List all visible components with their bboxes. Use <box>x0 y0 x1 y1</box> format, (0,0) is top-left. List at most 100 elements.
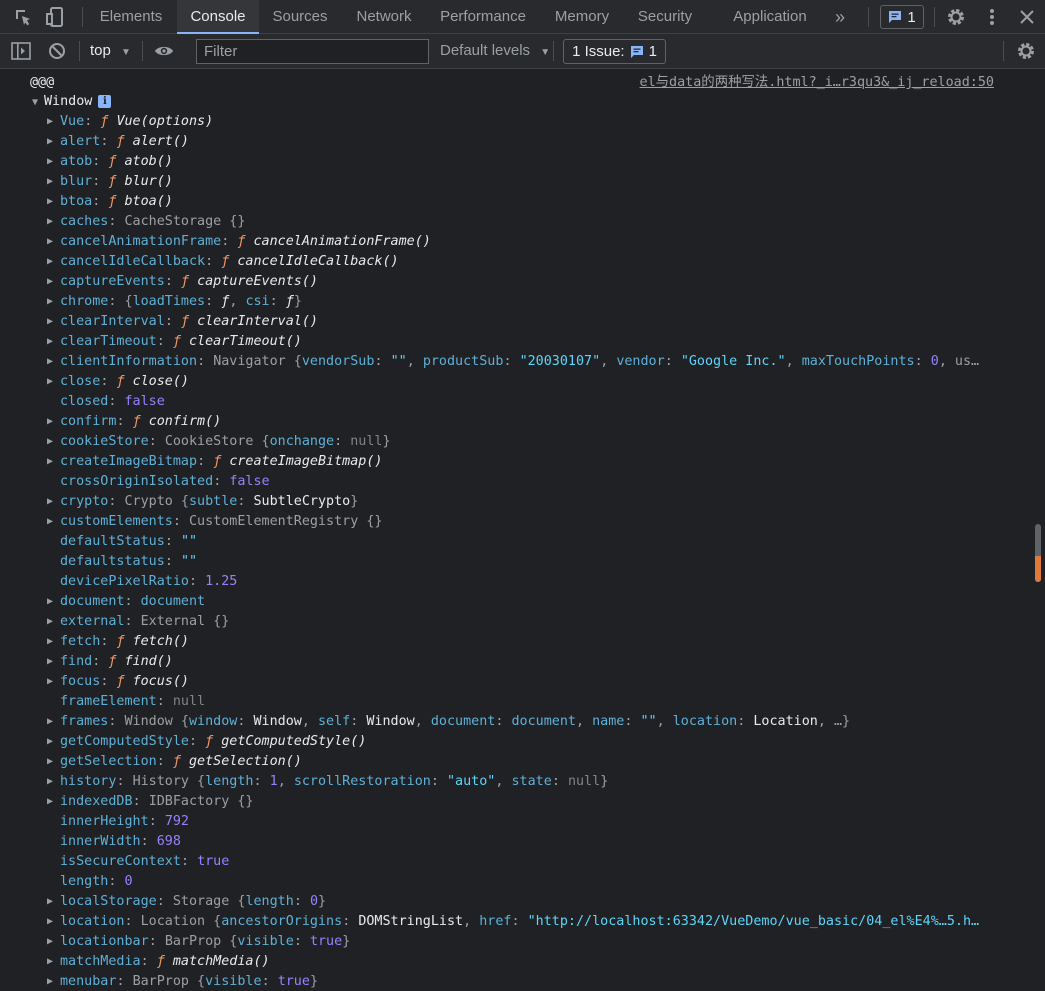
property-row[interactable]: ▶ matchMedia: ƒ matchMedia() <box>0 952 1002 972</box>
collapsed-triangle-icon[interactable]: ▶ <box>47 492 57 512</box>
tab-memory[interactable]: Memory <box>543 0 621 34</box>
collapsed-triangle-icon[interactable]: ▶ <box>47 272 57 292</box>
property-row[interactable]: ▶ cancelIdleCallback: ƒ cancelIdleCallbac… <box>0 252 1002 272</box>
tab-console[interactable]: Console <box>177 0 259 34</box>
property-row[interactable]: ▶ menubar: BarProp {visible: true} <box>0 972 1002 991</box>
collapsed-triangle-icon[interactable]: ▶ <box>47 912 57 932</box>
tab-network[interactable]: Network <box>344 0 424 34</box>
execution-context-select[interactable]: top ▼ <box>90 41 131 61</box>
collapsed-triangle-icon[interactable]: ▶ <box>47 892 57 912</box>
collapsed-triangle-icon[interactable]: ▶ <box>47 332 57 352</box>
collapsed-triangle-icon[interactable]: ▶ <box>47 372 57 392</box>
property-row[interactable]: ▶ customElements: CustomElementRegistry {… <box>0 512 1002 532</box>
property-value-token: visible <box>205 974 262 989</box>
close-icon[interactable] <box>1016 6 1038 28</box>
collapsed-triangle-icon[interactable]: ▶ <box>47 732 57 752</box>
log-levels-dropdown[interactable]: Default levels ▼ <box>440 41 550 61</box>
property-row[interactable]: ▶ createImageBitmap: ƒ createImageBitmap(… <box>0 452 1002 472</box>
collapsed-triangle-icon[interactable]: ▶ <box>47 612 57 632</box>
collapsed-triangle-icon[interactable]: ▶ <box>47 252 57 272</box>
property-row[interactable]: ▶ Vue: ƒ Vue(options) <box>0 112 1002 132</box>
issues-counter-button[interactable]: 1 <box>880 5 924 29</box>
collapsed-triangle-icon[interactable]: ▶ <box>47 192 57 212</box>
property-row[interactable]: ▶ clientInformation: Navigator {vendorSub… <box>0 352 1002 372</box>
property-row[interactable]: ▶ captureEvents: ƒ captureEvents() <box>0 272 1002 292</box>
collapsed-triangle-icon[interactable]: ▶ <box>47 972 57 991</box>
console-settings-gear-icon[interactable] <box>1015 40 1037 62</box>
property-row[interactable]: ▶ close: ƒ close() <box>0 372 1002 392</box>
live-expression-eye-icon[interactable] <box>153 40 175 62</box>
device-toolbar-icon[interactable] <box>44 6 66 28</box>
collapsed-triangle-icon[interactable]: ▶ <box>47 712 57 732</box>
issues-button[interactable]: 1 Issue: 1 <box>563 39 666 64</box>
clear-console-icon[interactable] <box>46 40 68 62</box>
more-options-icon[interactable] <box>981 6 1003 28</box>
property-row[interactable]: ▶ frames: Window {window: Window, self: W… <box>0 712 1002 732</box>
property-row[interactable]: ▶ localStorage: Storage {length: 0} <box>0 892 1002 912</box>
collapsed-triangle-icon[interactable]: ▶ <box>47 772 57 792</box>
tab-performance[interactable]: Performance <box>432 0 534 34</box>
property-row[interactable]: ▶ btoa: ƒ btoa() <box>0 192 1002 212</box>
collapsed-triangle-icon[interactable]: ▶ <box>47 412 57 432</box>
collapsed-triangle-icon[interactable]: ▶ <box>47 932 57 952</box>
collapsed-triangle-icon[interactable]: ▶ <box>47 212 57 232</box>
collapsed-triangle-icon[interactable]: ▶ <box>47 132 57 152</box>
collapsed-triangle-icon[interactable]: ▶ <box>47 292 57 312</box>
tab-application[interactable]: Application <box>722 0 818 34</box>
property-row[interactable]: ▶ focus: ƒ focus() <box>0 672 1002 692</box>
property-row[interactable]: ▶ crypto: Crypto {subtle: SubtleCrypto} <box>0 492 1002 512</box>
property-row[interactable]: ▶ cancelAnimationFrame: ƒ cancelAnimation… <box>0 232 1002 252</box>
property-row[interactable]: ▶ external: External {} <box>0 612 1002 632</box>
collapsed-triangle-icon[interactable]: ▶ <box>47 312 57 332</box>
colon: : <box>124 594 141 609</box>
property-row[interactable]: ▶ atob: ƒ atob() <box>0 152 1002 172</box>
collapsed-triangle-icon[interactable]: ▶ <box>47 452 57 472</box>
property-row[interactable]: ▶ indexedDB: IDBFactory {} <box>0 792 1002 812</box>
property-row[interactable]: ▶ find: ƒ find() <box>0 652 1002 672</box>
collapsed-triangle-icon[interactable]: ▶ <box>47 432 57 452</box>
console-scrollbar[interactable] <box>1032 69 1045 991</box>
tab-sources[interactable]: Sources <box>262 0 338 34</box>
collapsed-triangle-icon[interactable]: ▶ <box>47 152 57 172</box>
collapsed-triangle-icon[interactable]: ▶ <box>47 632 57 652</box>
property-row[interactable]: ▶ clearTimeout: ƒ clearTimeout() <box>0 332 1002 352</box>
property-value-token: : <box>261 974 278 989</box>
property-row[interactable]: ▶ clearInterval: ƒ clearInterval() <box>0 312 1002 332</box>
collapsed-triangle-icon[interactable]: ▶ <box>47 512 57 532</box>
collapsed-triangle-icon[interactable]: ▶ <box>47 672 57 692</box>
property-row[interactable]: ▶ alert: ƒ alert() <box>0 132 1002 152</box>
collapsed-triangle-icon[interactable]: ▶ <box>47 752 57 772</box>
property-row[interactable]: ▶ history: History {length: 1, scrollRest… <box>0 772 1002 792</box>
property-row[interactable]: ▶ location: Location {ancestorOrigins: DO… <box>0 912 1002 932</box>
collapsed-triangle-icon[interactable]: ▶ <box>47 652 57 672</box>
collapsed-triangle-icon[interactable]: ▶ <box>47 232 57 252</box>
show-sidebar-icon[interactable] <box>10 40 32 62</box>
property-row[interactable]: ▶ chrome: {loadTimes: ƒ, csi: ƒ} <box>0 292 1002 312</box>
property-row[interactable]: ▶ getSelection: ƒ getSelection() <box>0 752 1002 772</box>
source-link[interactable]: el与data的两种写法.html?_i…r3qu3&_ij_reload:50 <box>640 73 994 93</box>
tab-security[interactable]: Security <box>629 0 701 34</box>
inspect-element-icon[interactable] <box>12 6 34 28</box>
property-value-token: null <box>172 694 206 709</box>
property-row[interactable]: ▶ caches: CacheStorage {} <box>0 212 1002 232</box>
property-row[interactable]: ▶ fetch: ƒ fetch() <box>0 632 1002 652</box>
property-row[interactable]: ▶ cookieStore: CookieStore {onchange: nul… <box>0 432 1002 452</box>
collapsed-triangle-icon[interactable]: ▶ <box>47 592 57 612</box>
collapsed-triangle-icon[interactable]: ▶ <box>47 112 57 132</box>
property-row[interactable]: ▶ blur: ƒ blur() <box>0 172 1002 192</box>
tab-elements[interactable]: Elements <box>90 0 172 34</box>
property-row[interactable]: ▶ getComputedStyle: ƒ getComputedStyle() <box>0 732 1002 752</box>
more-tabs-button[interactable]: » <box>826 0 854 34</box>
console-output[interactable]: @@@ el与data的两种写法.html?_i…r3qu3&_ij_reloa… <box>0 69 1045 991</box>
settings-gear-icon[interactable] <box>945 6 967 28</box>
filter-input[interactable] <box>196 39 429 64</box>
property-row[interactable]: ▶ locationbar: BarProp {visible: true} <box>0 932 1002 952</box>
collapsed-triangle-icon[interactable]: ▶ <box>47 172 57 192</box>
collapsed-triangle-icon[interactable]: ▶ <box>47 952 57 972</box>
property-row[interactable]: ▶ confirm: ƒ confirm() <box>0 412 1002 432</box>
property-row[interactable]: ▶ document: document <box>0 592 1002 612</box>
window-object-header[interactable]: ▼ Window i <box>32 92 112 112</box>
collapsed-triangle-icon[interactable]: ▶ <box>47 792 57 812</box>
property-key: blur <box>60 174 93 189</box>
collapsed-triangle-icon[interactable]: ▶ <box>47 352 57 372</box>
